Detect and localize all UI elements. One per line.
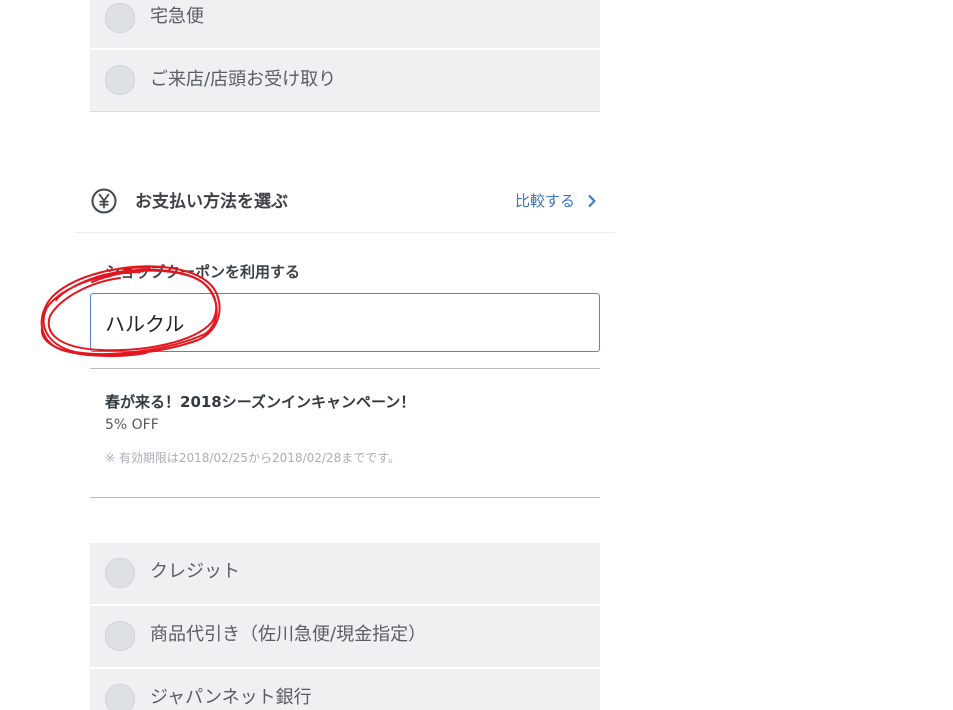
option-label: ジャパンネット銀行 (150, 687, 312, 708)
campaign-divider-bottom (90, 497, 600, 498)
campaign-title: 春が来る！2018シーズンインキャンペーン！ (105, 393, 416, 411)
option-label: クレジット (150, 561, 240, 582)
section-title: お支払い方法を選ぶ (135, 192, 288, 212)
coupon-label: ショップクーポンを利用する (105, 263, 301, 281)
payment-options: クレジット 商品代引き（佐川急便/現金指定） ジャパンネット銀行 (90, 543, 600, 710)
compare-link[interactable]: 比較する (515, 191, 599, 211)
shipping-options: 宅急便 ご来店/店頭お受け取り (90, 0, 600, 112)
campaign-divider-top (90, 368, 600, 369)
compare-label: 比較する (515, 192, 576, 210)
shipping-option-takkyubin[interactable]: 宅急便 (90, 0, 600, 48)
payment-option-credit[interactable]: クレジット (90, 543, 600, 604)
radio-button[interactable] (105, 3, 135, 33)
section-divider (75, 232, 615, 233)
payment-option-japannet-bank[interactable]: ジャパンネット銀行 (90, 669, 600, 710)
option-label: 宅急便 (150, 6, 204, 27)
yen-icon-glyph (98, 193, 110, 209)
radio-button[interactable] (105, 558, 135, 588)
yen-icon (91, 188, 117, 214)
option-label: 商品代引き（佐川急便/現金指定） (150, 624, 427, 645)
campaign-validity-note: ※ 有効期限は2018/02/25から2018/02/28までです。 (105, 451, 400, 465)
radio-button[interactable] (105, 65, 135, 95)
radio-button[interactable] (105, 621, 135, 651)
payment-option-cod[interactable]: 商品代引き（佐川急便/現金指定） (90, 606, 600, 667)
chevron-right-icon (588, 195, 596, 207)
campaign-discount: 5% OFF (105, 417, 159, 433)
shipping-option-store-pickup[interactable]: ご来店/店頭お受け取り (90, 50, 600, 112)
option-label: ご来店/店頭お受け取り (150, 69, 337, 90)
chevron-right-path (588, 195, 596, 207)
coupon-input[interactable] (90, 293, 600, 352)
radio-button[interactable] (105, 684, 135, 710)
